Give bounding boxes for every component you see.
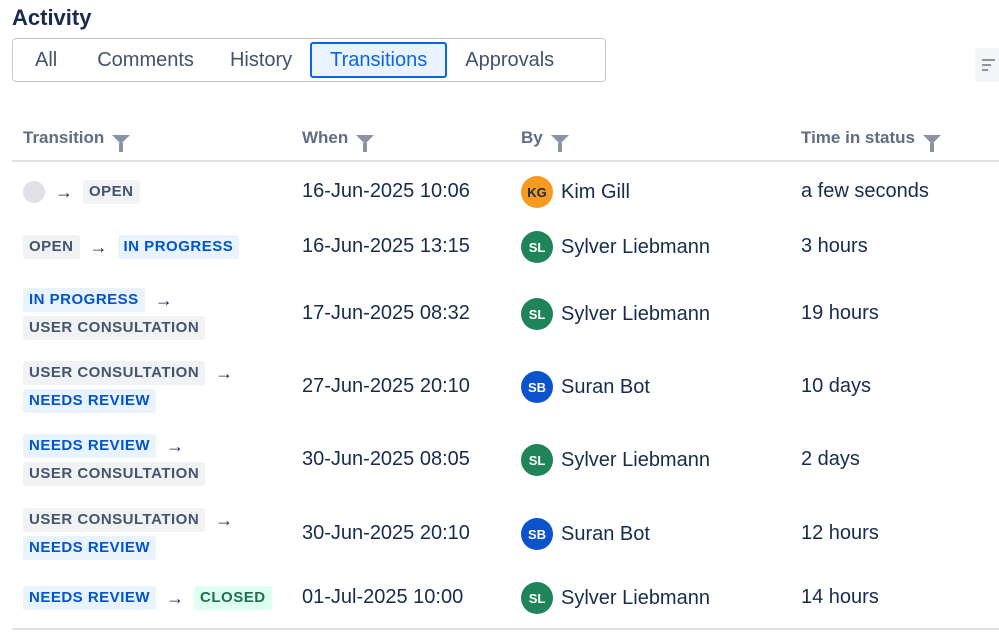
- table-row: NEEDS REVIEW → CLOSED 01-Jul-2025 10:00 …: [12, 580, 999, 620]
- activity-title: Activity: [12, 5, 92, 30]
- table-bottom-divider: [12, 628, 999, 630]
- avatar[interactable]: SL: [521, 298, 553, 330]
- user-name[interactable]: Sylver Liebmann: [561, 236, 710, 259]
- status-lozenge: IN PROGRESS: [23, 288, 145, 312]
- time-in-status-cell: 12 hours: [801, 522, 879, 544]
- by-cell: KG Kim Gill: [521, 176, 630, 208]
- avatar[interactable]: KG: [521, 176, 553, 208]
- user-name[interactable]: Suran Bot: [561, 523, 650, 546]
- header-time-in-status: Time in status: [801, 128, 941, 152]
- avatar[interactable]: SL: [521, 444, 553, 476]
- arrow-right-icon: →: [166, 587, 185, 608]
- tab-all[interactable]: All: [17, 42, 79, 78]
- user-name[interactable]: Sylver Liebmann: [561, 587, 710, 610]
- arrow-right-icon: →: [215, 509, 234, 530]
- tab-transitions[interactable]: Transitions: [310, 42, 448, 78]
- status-lozenge: OPEN: [83, 180, 140, 204]
- arrow-right-icon: →: [215, 362, 234, 383]
- status-lozenge: CLOSED: [194, 586, 272, 610]
- tab-approvals[interactable]: Approvals: [447, 42, 572, 78]
- transition-cell: → OPEN: [23, 180, 140, 204]
- time-in-status-cell: 19 hours: [801, 302, 879, 324]
- when-cell: 30-Jun-2025 20:10: [302, 522, 470, 544]
- by-cell: SB Suran Bot: [521, 518, 650, 550]
- time-in-status-cell: a few seconds: [801, 180, 929, 202]
- transition-cell: NEEDS REVIEW → USER CONSULTATION: [23, 432, 206, 488]
- transition-cell: IN PROGRESS → USER CONSULTATION: [23, 286, 206, 342]
- arrow-right-icon: →: [166, 435, 185, 456]
- no-status-icon: [23, 181, 45, 203]
- avatar[interactable]: SB: [521, 518, 553, 550]
- header-transition: Transition: [23, 128, 131, 152]
- when-cell: 17-Jun-2025 08:32: [302, 302, 470, 324]
- filter-icon[interactable]: [356, 134, 375, 152]
- filter-icon[interactable]: [112, 134, 131, 152]
- when-cell: 16-Jun-2025 10:06: [302, 180, 470, 202]
- by-cell: SB Suran Bot: [521, 371, 650, 403]
- table-row: NEEDS REVIEW → USER CONSULTATION 30-Jun-…: [12, 432, 999, 488]
- table-header: Transition When By Time in status: [12, 114, 999, 162]
- user-name[interactable]: Sylver Liebmann: [561, 449, 710, 472]
- status-lozenge: OPEN: [23, 235, 80, 259]
- header-when: When: [302, 128, 375, 152]
- arrow-right-icon: →: [55, 181, 73, 202]
- header-by: By: [521, 128, 569, 152]
- status-lozenge: USER CONSULTATION: [23, 508, 206, 532]
- status-lozenge: NEEDS REVIEW: [23, 586, 157, 610]
- by-cell: SL Sylver Liebmann: [521, 298, 710, 330]
- time-in-status-cell: 14 hours: [801, 586, 879, 608]
- transition-cell: USER CONSULTATION → NEEDS REVIEW: [23, 506, 243, 562]
- tab-comments[interactable]: Comments: [79, 42, 212, 78]
- when-cell: 27-Jun-2025 20:10: [302, 375, 470, 397]
- transition-cell: OPEN → IN PROGRESS: [23, 235, 240, 259]
- when-cell: 01-Jul-2025 10:00: [302, 586, 464, 608]
- status-lozenge: NEEDS REVIEW: [23, 434, 157, 458]
- time-in-status-cell: 3 hours: [801, 235, 868, 257]
- time-in-status-cell: 2 days: [801, 448, 860, 470]
- status-lozenge: IN PROGRESS: [117, 235, 240, 259]
- arrow-right-icon: →: [89, 236, 108, 257]
- time-in-status-cell: 10 days: [801, 375, 872, 397]
- when-cell: 16-Jun-2025 13:15: [302, 235, 470, 257]
- filter-icon[interactable]: [550, 134, 569, 152]
- avatar[interactable]: SB: [521, 371, 553, 403]
- tab-history[interactable]: History: [212, 42, 310, 78]
- arrow-right-icon: →: [154, 289, 173, 310]
- transition-cell: USER CONSULTATION → NEEDS REVIEW: [23, 359, 243, 415]
- sort-button[interactable]: [975, 48, 999, 82]
- transition-cell: NEEDS REVIEW → CLOSED: [23, 586, 272, 610]
- by-cell: SL Sylver Liebmann: [521, 582, 710, 614]
- by-cell: SL Sylver Liebmann: [521, 444, 710, 476]
- user-name[interactable]: Suran Bot: [561, 376, 650, 399]
- status-lozenge: NEEDS REVIEW: [23, 536, 157, 560]
- table-row: IN PROGRESS → USER CONSULTATION 17-Jun-2…: [12, 286, 999, 342]
- filter-icon[interactable]: [923, 134, 941, 152]
- status-lozenge: USER CONSULTATION: [23, 462, 206, 486]
- user-name[interactable]: Kim Gill: [561, 181, 630, 204]
- status-lozenge: USER CONSULTATION: [23, 316, 206, 340]
- sort-icon: [982, 59, 995, 71]
- table-row: USER CONSULTATION → NEEDS REVIEW 27-Jun-…: [12, 359, 999, 415]
- status-lozenge: USER CONSULTATION: [23, 361, 206, 385]
- user-name[interactable]: Sylver Liebmann: [561, 303, 710, 326]
- table-row: OPEN → IN PROGRESS 16-Jun-2025 13:15 SL …: [12, 229, 999, 269]
- activity-tabs: All Comments History Transitions Approva…: [12, 38, 606, 82]
- table-row: → OPEN 16-Jun-2025 10:06 KG Kim Gill a f…: [12, 172, 999, 212]
- avatar[interactable]: SL: [521, 582, 553, 614]
- status-lozenge: NEEDS REVIEW: [23, 389, 157, 413]
- when-cell: 30-Jun-2025 08:05: [302, 448, 470, 470]
- table-row: USER CONSULTATION → NEEDS REVIEW 30-Jun-…: [12, 506, 999, 562]
- avatar[interactable]: SL: [521, 231, 553, 263]
- by-cell: SL Sylver Liebmann: [521, 231, 710, 263]
